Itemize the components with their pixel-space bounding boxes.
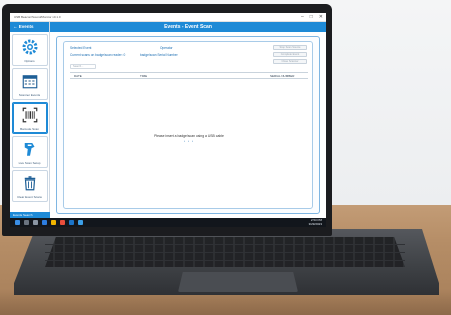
insert-badge-message: Please insert a badge/scan using a USB c… xyxy=(154,134,224,138)
sidebar-item-options[interactable]: Options xyxy=(11,34,48,66)
chrome-icon[interactable] xyxy=(60,220,65,225)
start-icon[interactable] xyxy=(15,220,20,225)
window-title: USB Beacon/Sound/Monitor v0.1.0 xyxy=(14,15,61,19)
close-button[interactable]: ✕ xyxy=(319,13,323,22)
column-time: TIME xyxy=(140,74,148,78)
window-controls: – □ ✕ xyxy=(301,13,323,22)
clock-date: 3/29/2023 xyxy=(308,221,322,226)
sidebar-item-label: Live Scan Setup xyxy=(18,161,41,165)
store-icon[interactable] xyxy=(69,220,74,225)
window-titlebar: USB Beacon/Sound/Monitor v0.1.0 – □ ✕ xyxy=(10,13,326,22)
laptop-screen: USB Beacon/Sound/Monitor v0.1.0 – □ ✕ ← … xyxy=(10,13,326,227)
current-scans-label: Current scans on badge/scan reader: 0 xyxy=(70,53,126,57)
sidebar-item-clear-scans[interactable]: Clear Event Scans xyxy=(11,170,48,202)
close-scanner-button[interactable]: Close Scanner xyxy=(273,59,307,64)
loading-indicator: • • • xyxy=(184,139,194,143)
column-date: DATE xyxy=(74,74,82,78)
keyboard-row-divider xyxy=(45,252,405,253)
keyboard-row-divider xyxy=(45,244,405,245)
sidebar-item-label: Barcode Scan xyxy=(20,127,39,131)
system-clock[interactable]: 2:53 PM 3/29/2023 xyxy=(308,218,322,226)
sidebar-item-label: Clear Event Scans xyxy=(17,195,42,199)
gear-icon xyxy=(20,37,40,57)
task-view-icon[interactable] xyxy=(33,220,38,225)
selected-event-label: Selected Event xyxy=(70,46,92,50)
badge-serial-label: badge/scan Serial Number xyxy=(140,53,178,57)
sidebar-title: Events xyxy=(18,24,34,29)
event-scan-panel: Selected Event Current scans on badge/sc… xyxy=(56,36,320,214)
sidebar-item-label: Options xyxy=(24,59,35,63)
main-panel: Events - Event Scan Selected Event Curre… xyxy=(50,22,326,218)
maximize-button[interactable]: □ xyxy=(310,13,313,22)
handheld-scanner-icon xyxy=(20,139,40,159)
sidebar: ← Events Options Scanner Events Barcode … xyxy=(10,22,50,218)
laptop-touchpad xyxy=(178,272,298,292)
minimize-button[interactable]: – xyxy=(301,13,304,22)
search-input[interactable]: Search... xyxy=(70,64,96,69)
stop-scan-button[interactable]: Stop Scan Source xyxy=(273,45,307,50)
column-serial: SERIAL NUMBER xyxy=(270,74,295,78)
windows-taskbar: 2:53 PM 3/29/2023 xyxy=(10,218,326,227)
trash-icon xyxy=(20,173,40,193)
scan-content: Selected Event Current scans on badge/sc… xyxy=(63,41,313,209)
operator-label: Operator xyxy=(160,46,173,50)
app-icon[interactable] xyxy=(78,220,83,225)
scan-table-header: DATE TIME SERIAL NUMBER xyxy=(70,72,308,79)
page-title: Events - Event Scan xyxy=(50,22,326,32)
sidebar-item-live-scan[interactable]: Live Scan Setup xyxy=(11,136,48,168)
sidebar-item-barcode-scan[interactable]: Barcode Scan xyxy=(11,102,48,134)
laptop-lid: USB Beacon/Sound/Monitor v0.1.0 – □ ✕ ← … xyxy=(2,4,332,236)
sidebar-item-label: Scanner Events xyxy=(18,93,41,97)
complete-event-button[interactable]: Complete Event xyxy=(273,52,307,57)
calendar-icon xyxy=(20,71,40,91)
sidebar-item-scanner-events[interactable]: Scanner Events xyxy=(11,68,48,100)
edge-browser-icon[interactable] xyxy=(42,220,47,225)
search-icon[interactable] xyxy=(24,220,29,225)
keyboard-row-divider xyxy=(45,260,405,261)
barcode-scan-icon xyxy=(20,105,40,125)
sidebar-header: ← Events xyxy=(10,22,49,32)
file-explorer-icon[interactable] xyxy=(51,220,56,225)
